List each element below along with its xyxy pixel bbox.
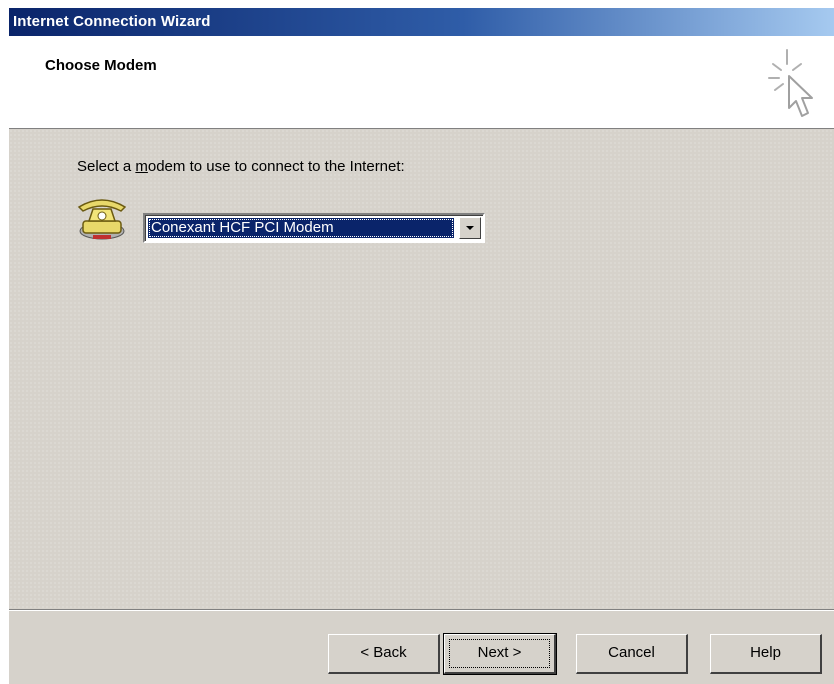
help-button[interactable]: Help [710, 634, 822, 674]
modem-select[interactable]: Conexant HCF PCI Modem [143, 213, 485, 243]
wizard-cursor-icon [768, 49, 813, 117]
dropdown-arrow-icon[interactable] [459, 217, 481, 239]
window-title: Internet Connection Wizard [13, 13, 211, 30]
wizard-window: Internet Connection Wizard Choose Modem … [8, 8, 834, 684]
page-title: Choose Modem [45, 57, 157, 74]
wizard-header: Choose Modem [9, 36, 834, 129]
wizard-footer: < Back Next > Cancel Help [9, 611, 834, 684]
modem-select-value[interactable]: Conexant HCF PCI Modem [148, 218, 454, 238]
next-button-label: Next > [477, 644, 522, 661]
cancel-button[interactable]: Cancel [576, 634, 688, 674]
wizard-content: Select a modem to use to connect to the … [9, 129, 834, 609]
next-button[interactable]: Next > [443, 633, 557, 675]
modem-prompt-label: Select a modem to use to connect to the … [77, 158, 405, 175]
telephone-modem-icon [77, 199, 127, 240]
back-button[interactable]: < Back [328, 634, 440, 674]
title-bar[interactable]: Internet Connection Wizard [9, 8, 834, 36]
